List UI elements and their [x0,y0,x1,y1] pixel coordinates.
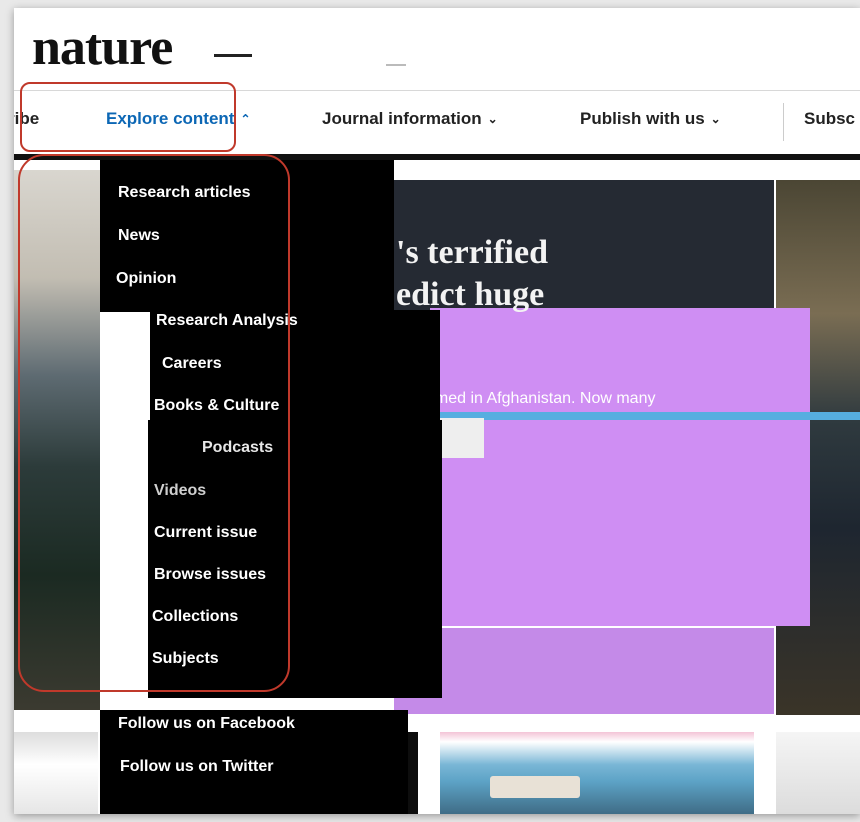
logo-mark [386,64,406,66]
nav-subscribe-right-label: Subsc [804,109,856,128]
menu-item-podcasts[interactable]: Podcasts [202,439,273,457]
menu-item-current-issue[interactable]: Current issue [154,524,257,542]
hero-feature-panel-lower [394,628,774,714]
menu-item-collections[interactable]: Collections [152,608,238,626]
menu-item-careers[interactable]: Careers [162,355,222,373]
article-card-1[interactable] [14,732,98,814]
article-card-4[interactable] [776,732,860,814]
nav-subscribe-right[interactable]: Subsc [804,109,855,129]
menu-item-news[interactable]: News [118,227,160,245]
chevron-down-icon: ⌄ [487,112,498,126]
menu-item-follow-facebook[interactable]: Follow us on Facebook [118,715,295,733]
nav-subscribe-label: ribe [14,109,40,128]
menu-item-research-articles[interactable]: Research articles [118,184,251,202]
menu-item-opinion[interactable]: Opinion [116,270,176,288]
nature-logo[interactable]: nature [32,18,173,78]
nav-publish-with-us[interactable]: Publish with us ⌄ [580,109,721,129]
hero-headline[interactable]: 's terrified edict huge ses [396,232,696,376]
article-card-3-image-boat [490,776,580,798]
browser-viewport: nature ribe Explore content ⌃ Journal inf… [14,8,860,814]
nav-divider [783,103,784,141]
nav-subscribe[interactable]: ribe [14,109,39,129]
nav-publish-with-us-label: Publish with us [580,109,705,128]
chevron-up-icon: ⌃ [240,112,251,126]
menu-item-subjects[interactable]: Subjects [152,650,219,668]
article-card-3[interactable] [440,732,754,814]
main-nav: ribe Explore content ⌃ Journal informatio… [14,90,860,155]
logo-underline [214,54,252,57]
chevron-down-icon: ⌄ [710,112,721,126]
hero-headline-line-1: 's terrified [396,234,548,271]
nav-journal-information-label: Journal information [322,109,482,128]
menu-item-follow-twitter[interactable]: Follow us on Twitter [120,758,273,776]
menu-item-browse-issues[interactable]: Browse issues [154,566,266,584]
menu-item-books-culture[interactable]: Books & Culture [154,397,279,415]
hero-image-left [14,170,100,710]
nav-explore-content-label: Explore content [106,109,235,128]
hero-description: omed in Afghanistan. Now many [426,390,656,407]
hero-headline-line-3: ses [396,334,696,376]
nav-journal-information[interactable]: Journal information ⌄ [322,109,498,129]
nav-explore-content[interactable]: Explore content ⌃ [106,109,251,129]
menu-item-research-analysis[interactable]: Research Analysis [156,312,298,330]
hero-headline-line-2: edict huge [396,276,545,313]
menu-item-videos[interactable]: Videos [154,482,206,500]
